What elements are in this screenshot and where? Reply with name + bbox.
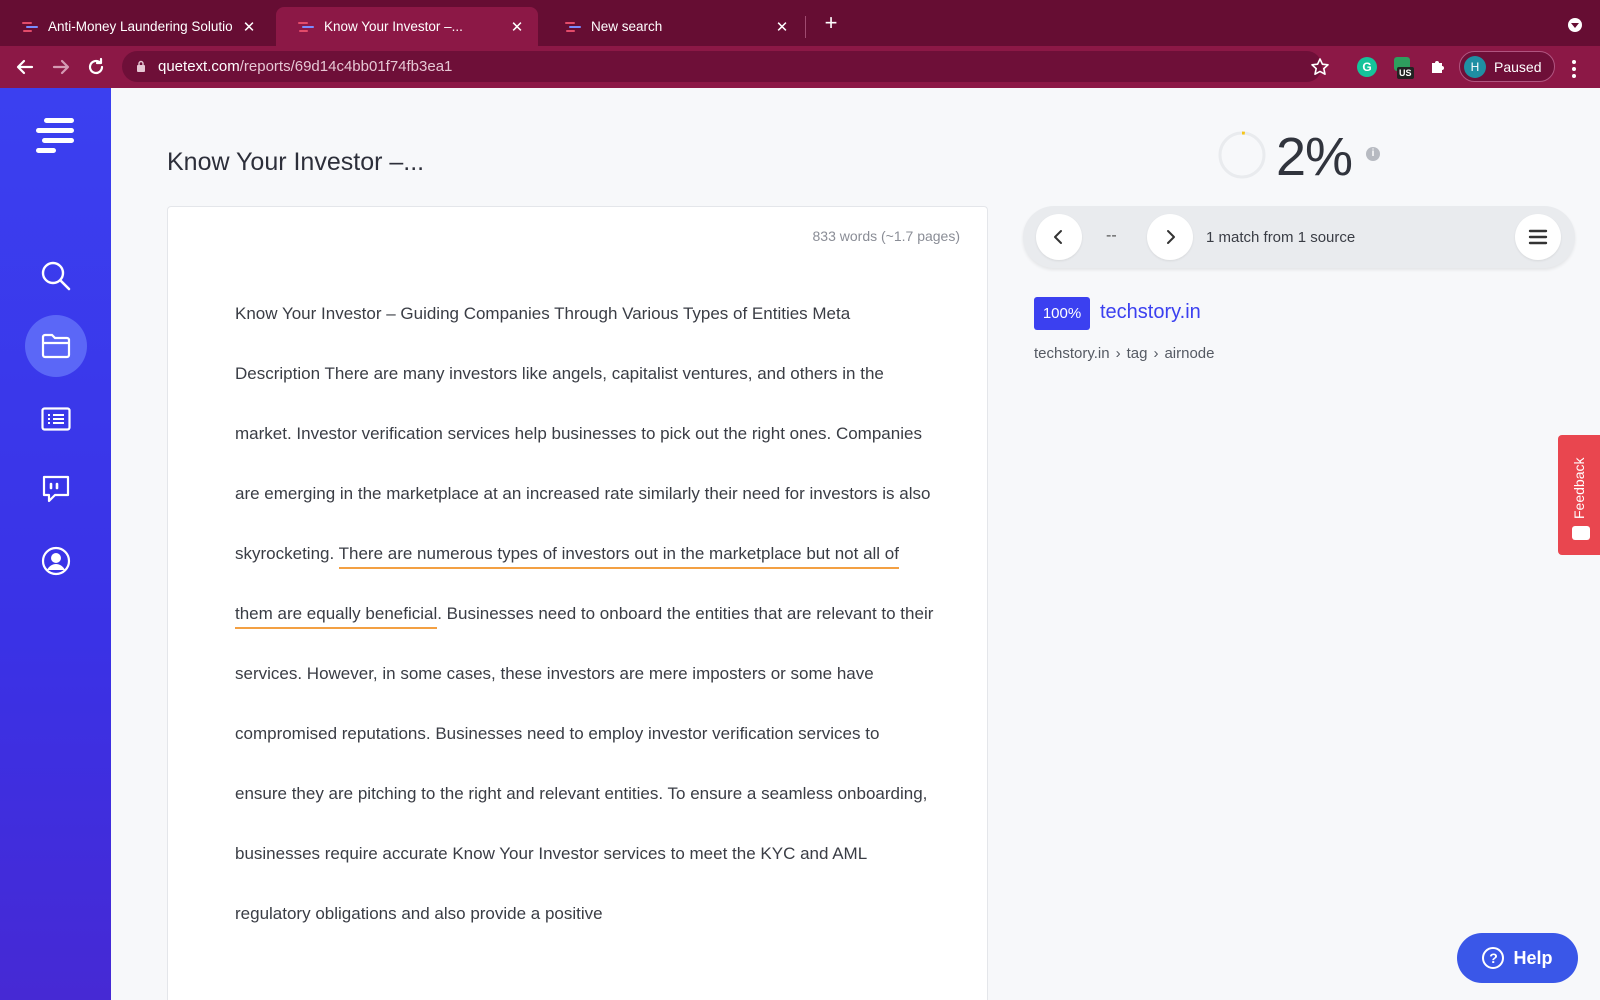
sidebar-item-account[interactable] bbox=[25, 530, 87, 592]
reload-icon bbox=[88, 57, 104, 75]
chevron-left-icon bbox=[1054, 230, 1062, 244]
tab-separator bbox=[805, 16, 806, 38]
user-icon bbox=[41, 546, 71, 576]
folder-icon bbox=[41, 333, 71, 359]
tab-know-your-investor[interactable]: Know Your Investor –... ✕ bbox=[276, 7, 538, 46]
list-icon bbox=[41, 407, 71, 431]
breadcrumb-item[interactable]: airnode bbox=[1164, 345, 1214, 362]
vpn-badge: US bbox=[1397, 67, 1414, 79]
plagiarism-score: 2% bbox=[1276, 127, 1353, 187]
tab-close-icon[interactable]: ✕ bbox=[508, 18, 526, 36]
vpn-extension-icon[interactable]: US bbox=[1394, 57, 1416, 79]
hamburger-menu-icon bbox=[1528, 229, 1548, 245]
match-position: -- bbox=[1106, 227, 1117, 244]
previous-match-button[interactable] bbox=[1036, 214, 1082, 260]
match-navigator: -- 1 match from 1 source bbox=[1023, 206, 1575, 268]
source-link[interactable]: techstory.in bbox=[1100, 301, 1201, 324]
tab-new-search[interactable]: New search ✕ bbox=[543, 7, 803, 46]
match-percent-badge: 100% bbox=[1034, 297, 1090, 330]
question-icon: ? bbox=[1482, 947, 1505, 969]
arrow-right-icon bbox=[52, 59, 70, 75]
extensions-icon[interactable] bbox=[1428, 57, 1448, 82]
document-text-plain: Know Your Investor – Guiding Companies T… bbox=[235, 304, 931, 563]
tab-close-icon[interactable]: ✕ bbox=[240, 18, 258, 36]
sidebar-item-citations[interactable] bbox=[25, 458, 87, 520]
address-bar[interactable]: quetext.com/reports/69d14c4bb01f74fb3ea1 bbox=[122, 51, 1322, 82]
sidebar-item-reports[interactable] bbox=[25, 315, 87, 377]
forward-button[interactable] bbox=[48, 54, 74, 80]
sidebar-item-list[interactable] bbox=[25, 388, 87, 450]
arrow-left-icon bbox=[16, 59, 34, 75]
match-menu-button[interactable] bbox=[1515, 214, 1561, 260]
feedback-tab[interactable]: Feedback bbox=[1558, 435, 1600, 555]
word-count: 833 words (~1.7 pages) bbox=[812, 228, 960, 244]
tab-close-icon[interactable]: ✕ bbox=[773, 18, 791, 36]
document-text: Know Your Investor – Guiding Companies T… bbox=[235, 284, 935, 944]
tab-title: Know Your Investor –... bbox=[324, 19, 463, 34]
sidebar-item-search[interactable] bbox=[25, 245, 87, 307]
browser-toolbar: quetext.com/reports/69d14c4bb01f74fb3ea1… bbox=[0, 46, 1600, 88]
chevron-right-icon bbox=[1167, 230, 1175, 244]
help-button[interactable]: ? Help bbox=[1457, 933, 1578, 983]
quetext-favicon-icon bbox=[22, 21, 38, 33]
browser-menu-icon[interactable] bbox=[1572, 60, 1576, 81]
new-tab-button[interactable]: + bbox=[820, 12, 842, 34]
feedback-label: Feedback bbox=[1571, 457, 1587, 519]
quote-bubble-icon bbox=[42, 475, 70, 503]
back-button[interactable] bbox=[12, 54, 38, 80]
bookmark-star-icon[interactable] bbox=[1310, 57, 1330, 77]
browser-tabstrip: Anti-Money Laundering Solutio ✕ Know You… bbox=[0, 0, 1600, 46]
document-panel: 833 words (~1.7 pages) Know Your Investo… bbox=[167, 206, 988, 1000]
breadcrumb-separator: › bbox=[1153, 345, 1159, 362]
source-breadcrumb: techstory.in › tag › airnode bbox=[1034, 345, 1215, 362]
tab-search-icon[interactable] bbox=[1568, 18, 1582, 32]
info-icon[interactable]: i bbox=[1366, 147, 1380, 161]
score-ring-icon bbox=[1218, 131, 1266, 179]
tab-title: Anti-Money Laundering Solutio bbox=[48, 19, 233, 34]
tab-title: New search bbox=[591, 19, 663, 34]
url-text[interactable]: quetext.com/reports/69d14c4bb01f74fb3ea1 bbox=[158, 58, 452, 75]
app-sidebar bbox=[0, 88, 111, 1000]
page-title: Know Your Investor –... bbox=[167, 148, 425, 176]
quetext-favicon-icon bbox=[565, 21, 581, 33]
help-label: Help bbox=[1513, 947, 1553, 968]
lock-icon bbox=[137, 60, 145, 72]
next-match-button[interactable] bbox=[1147, 214, 1193, 260]
document-text-plain: . Businesses need to onboard the entitie… bbox=[235, 604, 934, 923]
breadcrumb-item[interactable]: tag bbox=[1127, 345, 1148, 362]
quetext-logo-icon[interactable] bbox=[34, 116, 76, 161]
reload-button[interactable] bbox=[83, 54, 109, 80]
match-summary: 1 match from 1 source bbox=[1206, 229, 1356, 246]
feedback-face-icon bbox=[1572, 526, 1590, 540]
avatar: H bbox=[1464, 56, 1486, 78]
breadcrumb-item[interactable]: techstory.in bbox=[1034, 345, 1110, 362]
search-icon bbox=[41, 261, 71, 291]
tab-anti-money-laundering[interactable]: Anti-Money Laundering Solutio ✕ bbox=[0, 7, 270, 46]
grammarly-extension-icon[interactable]: G bbox=[1357, 57, 1377, 77]
profile-button[interactable]: H Paused bbox=[1459, 51, 1555, 82]
breadcrumb-separator: › bbox=[1115, 345, 1121, 362]
quetext-favicon-icon bbox=[298, 21, 314, 33]
profile-status: Paused bbox=[1494, 59, 1542, 75]
